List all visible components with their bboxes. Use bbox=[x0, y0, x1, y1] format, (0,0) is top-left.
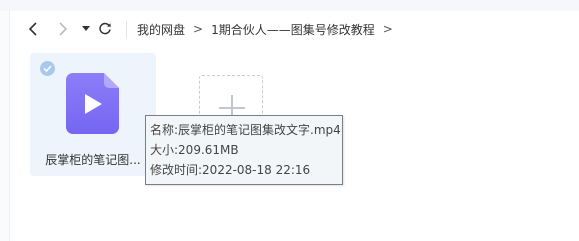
selected-check-icon[interactable] bbox=[40, 61, 55, 76]
file-browser-window: 我的网盘 > 1期合伙人——图集号修改教程 > 辰掌柜的笔记图... 名称:辰掌… bbox=[0, 0, 579, 241]
tooltip-modified-time: 修改时间:2022-08-18 22:16 bbox=[150, 163, 311, 177]
tooltip-file-name: 名称:辰掌柜的笔记图集改文字.mp4 bbox=[150, 123, 341, 137]
caret-down-icon bbox=[82, 26, 90, 31]
tooltip-file-size: 大小:209.61MB bbox=[150, 143, 239, 157]
chevron-left-icon bbox=[28, 22, 37, 36]
refresh-button[interactable] bbox=[95, 19, 115, 39]
forward-button[interactable] bbox=[53, 19, 73, 39]
breadcrumb-separator: > bbox=[193, 22, 204, 36]
refresh-icon bbox=[99, 22, 111, 35]
breadcrumb-item-current-folder[interactable]: 1期合伙人——图集号修改教程 bbox=[211, 21, 375, 38]
left-sidebar-edge bbox=[0, 11, 10, 241]
navigation-toolbar: 我的网盘 > 1期合伙人——图集号修改教程 > bbox=[10, 11, 579, 49]
history-dropdown-button[interactable] bbox=[76, 19, 96, 39]
file-info-tooltip: 名称:辰掌柜的笔记图集改文字.mp4 大小:209.61MB 修改时间:2022… bbox=[145, 115, 343, 185]
top-strip bbox=[0, 0, 579, 11]
video-file-icon bbox=[66, 73, 119, 134]
chevron-right-icon bbox=[59, 22, 68, 36]
back-button[interactable] bbox=[23, 19, 43, 39]
breadcrumb-separator-trailing[interactable]: > bbox=[383, 22, 393, 36]
breadcrumb-item-root[interactable]: 我的网盘 bbox=[137, 21, 185, 38]
breadcrumb: 我的网盘 > 1期合伙人——图集号修改教程 > bbox=[137, 20, 401, 38]
file-item-video[interactable]: 辰掌柜的笔记图... bbox=[30, 53, 156, 176]
file-name-label: 辰掌柜的笔记图... bbox=[45, 153, 141, 167]
toolbar-divider bbox=[126, 21, 127, 38]
